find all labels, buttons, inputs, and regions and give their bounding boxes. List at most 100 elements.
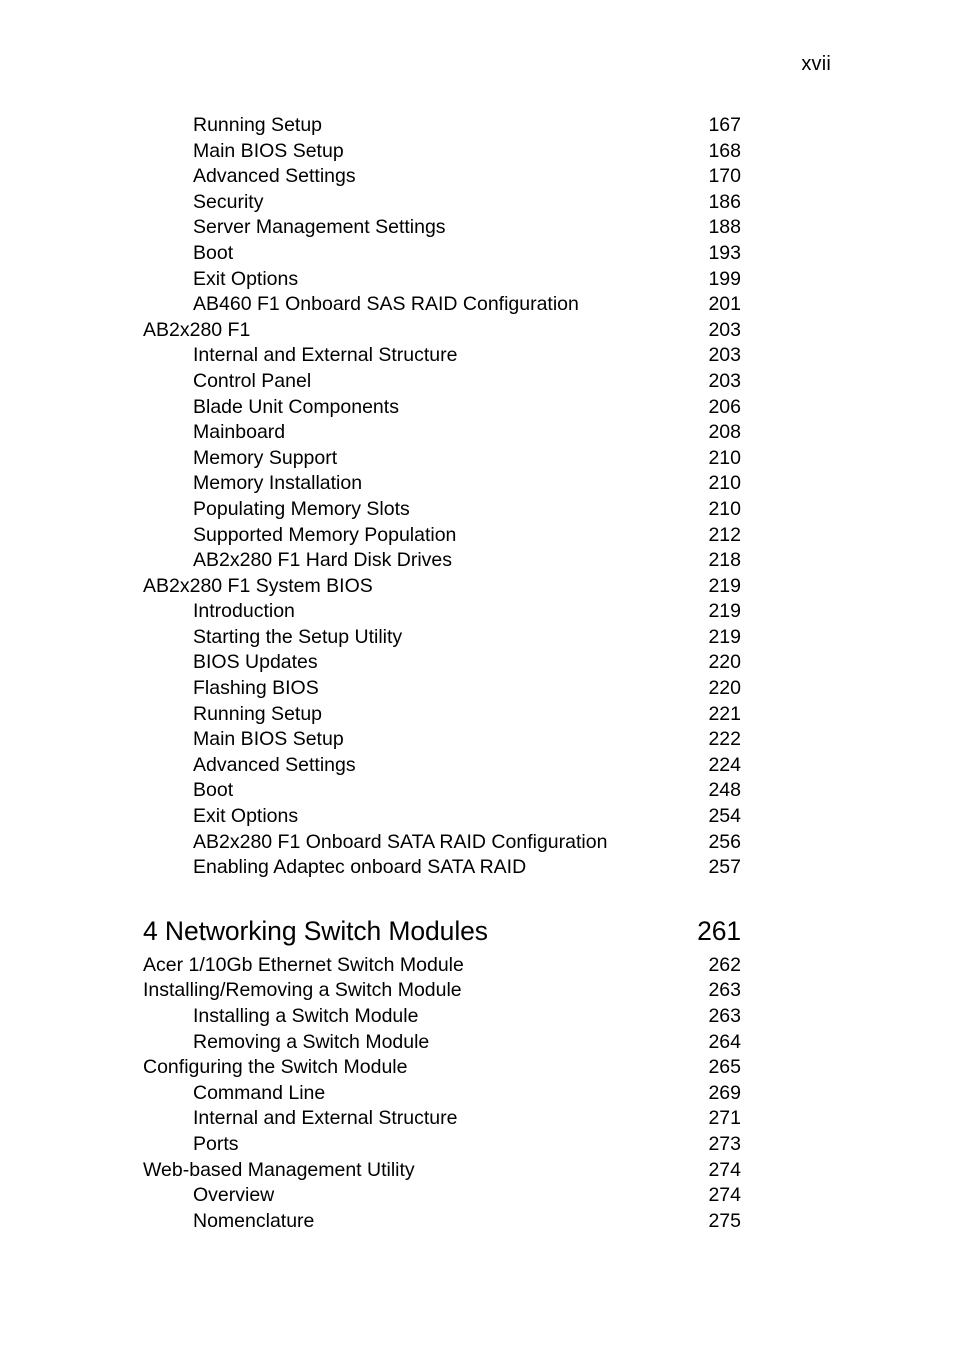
toc-entry-page-number: 203 [708, 369, 741, 392]
toc-entry-page-number: 256 [708, 830, 741, 853]
toc-entry-title: Blade Unit Components [193, 395, 399, 418]
toc-entry-page-number: 274 [708, 1158, 741, 1181]
toc-entry-title: Main BIOS Setup [193, 139, 344, 162]
toc-entry-page-number: 219 [708, 625, 741, 648]
toc-entry-title: Enabling Adaptec onboard SATA RAID [193, 856, 527, 879]
toc-chapter-entry[interactable]: 4 Networking Switch Modules 261 [143, 909, 741, 953]
toc-entry[interactable]: Enabling Adaptec onboard SATA RAID 257 [143, 855, 741, 881]
toc-entry[interactable]: Mainboard 208 [143, 420, 741, 446]
toc-entry[interactable]: Server Management Settings 188 [143, 215, 741, 241]
toc-entry-page-number: 201 [708, 293, 741, 316]
toc-entry-page-number: 210 [708, 497, 741, 520]
toc-entry-page-number: 193 [708, 241, 741, 264]
toc-entry[interactable]: Advanced Settings 170 [143, 164, 741, 190]
toc-entry[interactable]: AB2x280 F1 System BIOS 219 [143, 574, 741, 600]
toc-entry-title: Advanced Settings [193, 753, 356, 776]
toc-entry-page-number: 261 [697, 915, 741, 946]
toc-entry-page-number: 220 [708, 651, 741, 674]
toc-entry[interactable]: Configuring the Switch Module 265 [143, 1055, 741, 1081]
toc-entry-page-number: 264 [708, 1030, 741, 1053]
toc-entry-page-number: 221 [708, 702, 741, 725]
toc-entry-title: Web-based Management Utility [143, 1158, 415, 1181]
toc-entry[interactable]: Ports 273 [143, 1132, 741, 1158]
toc-entry-title: Acer 1/10Gb Ethernet Switch Module [143, 953, 464, 976]
page-number-header: xvii [801, 53, 831, 75]
toc-entry[interactable]: Main BIOS Setup 222 [143, 727, 741, 753]
toc-entry-title: 4 Networking Switch Modules [143, 915, 488, 946]
toc-entry[interactable]: BIOS Updates 220 [143, 650, 741, 676]
toc-entry[interactable]: AB460 F1 Onboard SAS RAID Configuration 2… [143, 292, 741, 318]
toc-entry-title: Main BIOS Setup [193, 728, 344, 751]
toc-entry-title: Overview [193, 1184, 275, 1207]
toc-entry[interactable]: Memory Installation 210 [143, 471, 741, 497]
toc-entry-title: Populating Memory Slots [193, 497, 410, 520]
toc-entry-page-number: 203 [708, 318, 741, 341]
toc-entry[interactable]: Command Line 269 [143, 1081, 741, 1107]
toc-entry[interactable]: Exit Options 199 [143, 267, 741, 293]
toc-entry-page-number: 219 [708, 574, 741, 597]
toc-entry-title: AB2x280 F1 Hard Disk Drives [193, 549, 453, 572]
toc-entry[interactable]: AB2x280 F1 Hard Disk Drives 218 [143, 548, 741, 574]
toc-entry[interactable]: Internal and External Structure 271 [143, 1106, 741, 1132]
toc-entry[interactable]: Running Setup 221 [143, 702, 741, 728]
toc-entry[interactable]: Overview 274 [143, 1183, 741, 1209]
toc-entry[interactable]: Introduction 219 [143, 599, 741, 625]
toc-entry[interactable]: Running Setup 167 [143, 113, 741, 139]
toc-entry-page-number: 210 [708, 472, 741, 495]
toc-entry-title: Mainboard [193, 421, 286, 444]
toc-entry[interactable]: Acer 1/10Gb Ethernet Switch Module 262 [143, 953, 741, 979]
toc-entry-title: AB2x280 F1 System BIOS [143, 574, 373, 597]
toc-entry-title: Control Panel [193, 369, 312, 392]
toc-entry[interactable]: Starting the Setup Utility 219 [143, 625, 741, 651]
toc-entry[interactable]: Web-based Management Utility 274 [143, 1158, 741, 1184]
toc-entry-page-number: 219 [708, 600, 741, 623]
toc-entry[interactable]: Exit Options 254 [143, 804, 741, 830]
toc-entry[interactable]: Populating Memory Slots 210 [143, 497, 741, 523]
toc-entry-page-number: 224 [708, 753, 741, 776]
toc-entry[interactable]: Flashing BIOS 220 [143, 676, 741, 702]
toc-entry-page-number: 218 [708, 549, 741, 572]
toc-entry[interactable]: Main BIOS Setup 168 [143, 139, 741, 165]
toc-entry-page-number: 210 [708, 446, 741, 469]
toc-entry-page-number: 273 [708, 1132, 741, 1155]
toc-entry[interactable]: Blade Unit Components 206 [143, 395, 741, 421]
toc-entry-title: Server Management Settings [193, 216, 446, 239]
toc-entry-page-number: 208 [708, 421, 741, 444]
toc-entry-title: Installing a Switch Module [193, 1005, 419, 1027]
toc-entry-title: Exit Options [193, 805, 299, 828]
toc-entry[interactable]: AB2x280 F1 Onboard SATA RAID Configurati… [143, 830, 741, 856]
toc-entry[interactable]: Installing a Switch Module 263 [143, 1004, 741, 1030]
toc-entry-page-number: 248 [708, 779, 741, 802]
toc-entry-title: Memory Support [193, 446, 338, 469]
toc-entry-page-number: 220 [708, 677, 741, 700]
toc-entry[interactable]: Supported Memory Population 212 [143, 523, 741, 549]
toc-entry-title: Supported Memory Population [193, 523, 457, 546]
toc-entry-page-number: 254 [708, 805, 741, 828]
toc-entry-title: Boot [193, 241, 234, 264]
toc-entry-title: AB2x280 F1 [143, 318, 251, 341]
toc-entry[interactable]: Control Panel 203 [143, 369, 741, 395]
toc-entry[interactable]: Memory Support 210 [143, 446, 741, 472]
toc-entry[interactable]: Removing a Switch Module 264 [143, 1030, 741, 1056]
toc-entry[interactable]: AB2x280 F1 203 [143, 318, 741, 344]
toc-entry-page-number: 206 [708, 395, 741, 418]
toc-entry[interactable]: Nomenclature 275 [143, 1209, 741, 1235]
toc-entry-page-number: 262 [708, 953, 741, 976]
toc-entry-page-number: 222 [708, 728, 741, 751]
toc-entry[interactable]: Internal and External Structure 203 [143, 343, 741, 369]
toc-entry[interactable]: Advanced Settings 224 [143, 753, 741, 779]
toc-entry-title: Ports [193, 1132, 239, 1155]
toc-page: xvii Running Setup 167 Main BIOS Setup 168 A… [0, 0, 954, 1369]
toc-entry-title: Starting the Setup Utility [193, 625, 403, 648]
toc-entry-title: Security [193, 190, 264, 213]
toc-entry-page-number: 188 [708, 216, 741, 239]
toc-entry-page-number: 203 [708, 344, 741, 367]
toc-entry-title: BIOS Updates [193, 651, 318, 674]
toc-entry-title: Internal and External Structure [193, 344, 458, 367]
toc-entry[interactable]: Boot 248 [143, 778, 741, 804]
toc-entry[interactable]: Boot 193 [143, 241, 741, 267]
toc-entry-title: Command Line [193, 1081, 326, 1104]
toc-entry-page-number: 263 [708, 1005, 741, 1027]
toc-entry[interactable]: Security 186 [143, 190, 741, 216]
toc-entry[interactable]: Installing/Removing a Switch Module 263 [143, 978, 741, 1004]
